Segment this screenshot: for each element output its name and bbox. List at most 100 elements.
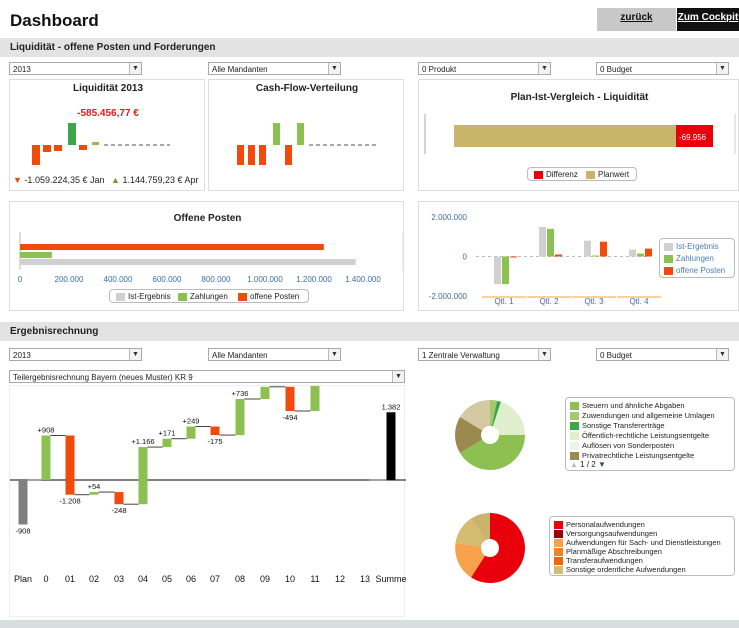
wf-bar	[162, 438, 172, 448]
chevron-down-icon: ▼	[129, 349, 141, 360]
wf-category-label: 08	[235, 574, 245, 584]
op-tick-label: 1.400.000	[345, 275, 381, 284]
mandanten-select-2[interactable]: Alle Mandanten ▼	[208, 348, 341, 361]
q-category-label: Qtl. 1	[494, 297, 514, 306]
legend-item-zahlungen: Zahlungen	[178, 292, 228, 301]
spark-bar	[79, 145, 87, 150]
chevron-down-icon: ▼	[538, 349, 550, 360]
section-liquiditaet: Liquidität - offene Posten und Forderung…	[0, 38, 739, 57]
spark-bar	[68, 123, 76, 145]
min-indicator: ▼ -1.059.224,35 € Jan	[13, 175, 105, 185]
wf-category-label: 0	[43, 574, 48, 584]
wf-category-label: 07	[210, 574, 220, 584]
q-category-label: Qtl. 3	[584, 297, 604, 306]
budget-select[interactable]: 0 Budget ▼	[596, 62, 729, 75]
year-select[interactable]: 2013 ▼	[9, 62, 142, 75]
wf-category-label: 11	[310, 574, 319, 584]
max-label: 1.144.759,23 € Apr	[122, 175, 199, 185]
legend-item: Planmäßige Abschreibungen	[554, 547, 662, 557]
wf-category-label: 04	[138, 574, 148, 584]
cf-bar	[237, 145, 244, 165]
mandanten-select[interactable]: Alle Mandanten ▼	[208, 62, 341, 75]
max-indicator: ▲ 1.144.759,23 € Apr	[111, 175, 199, 185]
aufwand-legend: Personalaufwendungen Versorgungsaufwendu…	[549, 516, 735, 576]
q-bar	[555, 254, 562, 257]
spark-bar	[43, 145, 51, 152]
wf-category-label: 03	[114, 574, 124, 584]
q-ytick-label: -2.000.000	[429, 292, 468, 301]
cf-bar	[248, 145, 255, 165]
q-bar	[494, 256, 501, 285]
page-up-icon[interactable]: ▲	[570, 460, 578, 469]
legend-item: Steuern und ähnliche Abgaben	[570, 401, 685, 411]
wf-category-label: 12	[335, 574, 345, 584]
legend-item-ist: Ist-Ergebnis	[116, 292, 171, 301]
liquiditaet-sparkline	[32, 123, 170, 165]
wf-bar	[285, 386, 295, 412]
legend-item: Zuwendungen und allgemeine Umlagen	[570, 411, 715, 421]
op-tick-label: 1.000.000	[247, 275, 283, 284]
waterfall-panel: -908 Plan +908 0 -1.208 01 +54 02 -248 03 +1.166 04…	[9, 385, 406, 617]
legend-item: Aufwendungen für Sach- und Dienstleistun…	[554, 538, 721, 548]
cf-bar	[285, 145, 292, 165]
liquiditaet-value: -585.456,77 €	[77, 108, 139, 119]
wf-value-label: +54	[88, 482, 101, 491]
q-bar	[592, 255, 599, 257]
q-category-label: Qtl. 2	[539, 297, 559, 306]
op-tick-label: 400.000	[104, 275, 133, 284]
year-select-2[interactable]: 2013 ▼	[9, 348, 142, 361]
plan-ist-chart: -69.956	[424, 114, 736, 154]
page-down-icon[interactable]: ▼	[598, 460, 606, 469]
spark-bar	[32, 145, 40, 165]
wf-category-label: 02	[89, 574, 99, 584]
legend-item: Sonstige Transfererträge	[570, 421, 665, 431]
cockpit-button[interactable]: Zum Cockpit	[677, 8, 739, 31]
q-ytick-label: 0	[463, 253, 468, 262]
chevron-down-icon: ▼	[716, 349, 728, 360]
legend-item: Versorgungsaufwendungen	[554, 529, 657, 539]
op-bar	[20, 259, 356, 265]
plan-ist-legend: Differenz Planwert	[527, 167, 637, 181]
quarterly-legend: Ist-Ergebnis Zahlungen offene Posten	[659, 238, 735, 278]
wf-value-label: +736	[232, 389, 249, 398]
verwaltung-select[interactable]: 1 Zentrale Verwaltung ▼	[418, 348, 551, 361]
wf-category-label: 09	[260, 574, 270, 584]
triangle-down-icon: ▼	[13, 175, 22, 185]
budget-select-2[interactable]: 0 Budget ▼	[596, 348, 729, 361]
chevron-down-icon: ▼	[392, 371, 404, 382]
wf-value-label: -494	[282, 413, 297, 422]
mandanten-select-value: Alle Mandanten	[212, 65, 268, 74]
legend-item-offen: offene Posten	[238, 292, 299, 301]
teilergebnis-select[interactable]: Teilergebnisrechnung Bayern (neues Muste…	[9, 370, 405, 383]
plan-ist-title: Plan-Ist-Vergleich - Liquidität	[510, 92, 649, 103]
legend-item: Sonstige ordentliche Aufwendungen	[554, 565, 686, 575]
wf-category-label: 06	[186, 574, 196, 584]
chevron-down-icon: ▼	[129, 63, 141, 74]
wf-bar	[65, 435, 75, 495]
wf-category-label: Summe	[375, 574, 406, 584]
spark-bar	[54, 145, 62, 151]
wf-value-label: +908	[38, 426, 55, 435]
back-button[interactable]: zurück	[597, 8, 676, 31]
wf-value-label: -175	[207, 437, 222, 446]
cf-bar	[273, 123, 280, 145]
wf-category-label: Plan	[14, 574, 32, 584]
cashflow-title: Cash-Flow-Verteilung	[255, 83, 359, 94]
plan-ist-panel: Plan-Ist-Vergleich - Liquidität -69.956 …	[418, 79, 739, 191]
ertraege-pie	[455, 400, 525, 470]
legend-item-ist: Ist-Ergebnis	[664, 242, 719, 251]
wf-bar	[89, 492, 99, 495]
op-tick-label: 600.000	[153, 275, 182, 284]
aufwand-pie	[455, 513, 525, 583]
pager-label: 1 / 2	[580, 460, 596, 469]
wf-bar	[18, 480, 28, 525]
cf-bar	[259, 145, 266, 165]
chevron-down-icon: ▼	[328, 349, 340, 360]
wf-bar	[210, 426, 220, 436]
ertraege-legend: Steuern und ähnliche Abgaben Zuwendungen…	[565, 397, 735, 471]
legend-item: Privatrechtliche Leistungsentgelte	[570, 451, 694, 461]
legend-item-planwert: Planwert	[586, 170, 629, 179]
offene-posten-panel: Offene Posten 0 200.000 400.000 600.000 800.…	[9, 201, 404, 311]
quarterly-panel: 2.000.000 0 -2.000.000 Qtl. 1 Qtl. 2 Qtl. 3 Qt…	[418, 201, 739, 311]
produkt-select[interactable]: 0 Produkt ▼	[418, 62, 551, 75]
